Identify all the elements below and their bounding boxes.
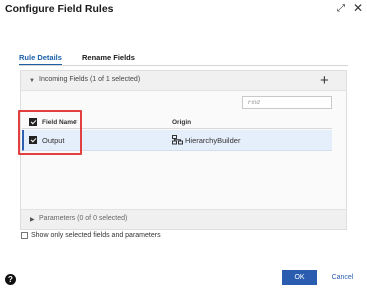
parameters-header[interactable]: ▶ Parameters (0 of 0 selected) — [21, 209, 346, 229]
find-input[interactable] — [242, 96, 332, 109]
origin-cell: HierarchyBuilder — [185, 136, 241, 145]
tab-rename-fields[interactable]: Rename Fields — [82, 53, 135, 62]
dialog-title: Configure Field Rules — [5, 3, 114, 15]
show-only-selected-option[interactable]: Show only selected fields and parameters — [21, 232, 161, 239]
expand-icon[interactable]: ⤢ — [337, 3, 345, 14]
help-icon[interactable]: ? — [5, 274, 16, 285]
chevron-right-icon[interactable]: ▶ — [30, 216, 35, 223]
tab-divider — [19, 65, 348, 66]
show-only-selected-label: Show only selected fields and parameters — [31, 232, 161, 239]
ok-button[interactable]: OK — [282, 270, 317, 285]
hierarchy-icon — [172, 135, 183, 145]
incoming-fields-title: Incoming Fields (1 of 1 selected) — [39, 76, 141, 83]
parameters-title: Parameters (0 of 0 selected) — [39, 215, 128, 222]
chevron-down-icon[interactable]: ▼ — [29, 78, 35, 84]
add-icon[interactable]: + — [320, 71, 329, 91]
cancel-button[interactable]: Cancel — [325, 270, 360, 285]
annotation-highlight-box — [18, 110, 82, 155]
close-icon[interactable]: ✕ — [353, 1, 363, 15]
incoming-fields-header[interactable]: ▼ Incoming Fields (1 of 1 selected) + — [21, 71, 346, 91]
column-origin[interactable]: Origin — [172, 119, 191, 126]
show-only-selected-checkbox[interactable] — [21, 232, 28, 239]
